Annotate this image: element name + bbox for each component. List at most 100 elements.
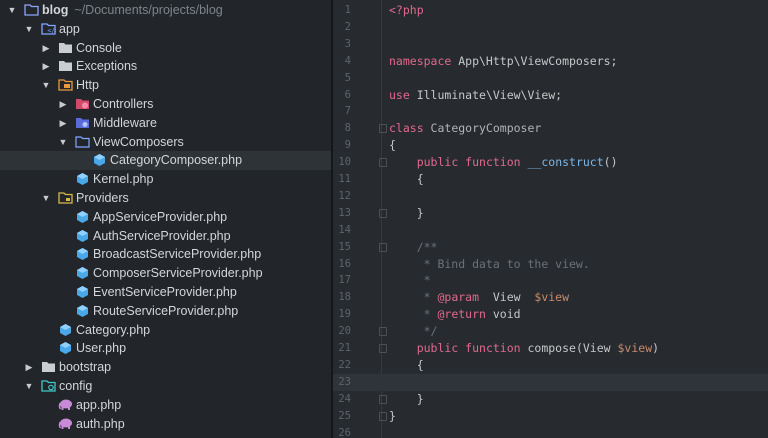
tree-item-authserviceprovider-php[interactable]: AuthServiceProvider.php <box>0 227 331 246</box>
code-token: { <box>389 172 424 186</box>
code-line[interactable]: 6 use Illuminate\View\View; <box>333 87 768 104</box>
code-line[interactable]: 16 * Bind data to the view. <box>333 256 768 273</box>
fold-marker-icon[interactable] <box>379 158 387 168</box>
line-number: 11 <box>338 173 351 185</box>
chevron-down-icon[interactable]: ▼ <box>24 23 34 35</box>
code-line[interactable]: 20 */ <box>333 323 768 340</box>
code-line[interactable]: 3 <box>333 36 768 53</box>
chevron-down-icon[interactable]: ▼ <box>24 380 34 392</box>
tree-item-name: AppServiceProvider.php <box>93 209 228 224</box>
tree-item-label: Kernel.php <box>93 171 153 188</box>
php-class-icon <box>75 266 90 280</box>
tree-item-app[interactable]: ▼ </>app <box>0 20 331 39</box>
tree-item-blog[interactable]: ▼ blog ~/Documents/projects/blog <box>0 1 331 20</box>
code-token: * <box>389 290 438 305</box>
fold-marker-icon[interactable] <box>379 208 387 218</box>
code-line[interactable]: 4 namespace App\Http\ViewComposers; <box>333 53 768 70</box>
line-number: 1 <box>344 4 351 16</box>
code-line[interactable]: 18 * @param View $view <box>333 289 768 306</box>
code-line[interactable]: 7 <box>333 103 768 120</box>
tree-item-name: User.php <box>76 341 127 356</box>
code-line[interactable]: 2 <box>333 19 768 36</box>
tree-item-kernel-php[interactable]: Kernel.php <box>0 170 331 189</box>
chevron-right-icon[interactable]: ▶ <box>58 98 68 110</box>
folder-outline-icon <box>75 135 90 149</box>
code-line[interactable]: 12 <box>333 188 768 205</box>
code-text: <?php <box>389 2 424 19</box>
tree-item-appserviceprovider-php[interactable]: AppServiceProvider.php <box>0 208 331 227</box>
code-line[interactable]: 13 } <box>333 205 768 222</box>
code-text: { <box>389 137 396 154</box>
code-line[interactable]: 19 * @return void <box>333 306 768 323</box>
code-line[interactable]: 23 <box>333 373 768 391</box>
tree-item-name: ViewComposers <box>93 134 184 149</box>
chevron-down-icon[interactable]: ▼ <box>58 136 68 148</box>
code-line[interactable]: 15 /** <box>333 239 768 256</box>
fold-marker-icon[interactable] <box>379 124 387 134</box>
chevron-right-icon[interactable]: ▶ <box>58 117 68 129</box>
tree-item-exceptions[interactable]: ▶ Exceptions <box>0 57 331 76</box>
tree-item-providers[interactable]: ▼ Providers <box>0 189 331 208</box>
line-number: 6 <box>344 88 351 101</box>
tree-item-http[interactable]: ▼ Http <box>0 76 331 95</box>
tree-item-label: Category.php <box>76 322 150 339</box>
repo-folder-icon <box>24 3 39 17</box>
code-line[interactable]: 22 { <box>333 357 768 374</box>
tree-item-user-php[interactable]: User.php <box>0 339 331 358</box>
chevron-down-icon[interactable]: ▼ <box>7 4 17 16</box>
code-text: class CategoryComposer <box>389 120 541 137</box>
tree-item-category-php[interactable]: Category.php <box>0 321 331 340</box>
fold-marker-icon[interactable] <box>379 242 387 252</box>
code-token: App\Http\ViewComposers; <box>451 53 618 68</box>
code-line[interactable]: 14 <box>333 222 768 239</box>
code-editor[interactable]: 1 <?php 2 3 4 namespace App\Http\ViewComposer… <box>333 0 768 438</box>
code-line[interactable]: 8 class CategoryComposer <box>333 120 768 137</box>
code-token: CategoryComposer <box>423 121 542 136</box>
chevron-right-icon[interactable]: ▶ <box>41 42 51 54</box>
tree-item-name: AuthServiceProvider.php <box>93 228 231 243</box>
code-line[interactable]: 5 <box>333 70 768 87</box>
chevron-right-icon[interactable]: ▶ <box>24 361 34 373</box>
code-line[interactable]: 24 } <box>333 391 768 408</box>
tree-item-name: EventServiceProvider.php <box>93 285 237 299</box>
chevron-right-icon[interactable]: ▶ <box>41 60 51 72</box>
tree-item-middleware[interactable]: ▶ Middleware <box>0 114 331 133</box>
tree-item-console[interactable]: ▶ Console <box>0 39 331 58</box>
tree-item-broadcastserviceprovider-php[interactable]: BroadcastServiceProvider.php <box>0 245 331 264</box>
code-text: { <box>389 171 424 188</box>
code-line[interactable]: 10 public function __construct() <box>333 154 768 171</box>
tree-item-app-php[interactable]: app.php <box>0 396 331 415</box>
tree-item-name: config <box>59 379 93 393</box>
code-text: * Bind data to the view. <box>389 256 590 273</box>
code-line[interactable]: 1 <?php <box>333 2 768 19</box>
fold-marker-icon[interactable] <box>379 344 387 353</box>
tree-item-categorycomposer-php[interactable]: CategoryComposer.php <box>0 151 331 171</box>
line-number: 3 <box>344 37 351 50</box>
fold-marker-icon[interactable] <box>379 411 387 421</box>
code-line[interactable]: 17 * <box>333 272 768 289</box>
tree-item-label: Middleware <box>93 115 157 132</box>
code-line[interactable]: 11 { <box>333 171 768 188</box>
fold-marker-icon[interactable] <box>379 327 387 337</box>
chevron-down-icon[interactable]: ▼ <box>41 192 51 204</box>
tree-item-bootstrap[interactable]: ▶ bootstrap <box>0 358 331 377</box>
tree-item-auth-php[interactable]: auth.php <box>0 415 331 434</box>
tree-item-eventserviceprovider-php[interactable]: EventServiceProvider.php <box>0 283 331 302</box>
tree-item-viewcomposers[interactable]: ▼ ViewComposers <box>0 133 331 152</box>
file-tree-sidebar: ▼ blog ~/Documents/projects/blog ▼ </>app ▶ Co… <box>0 0 331 438</box>
tree-item-label: RouteServiceProvider.php <box>93 303 238 320</box>
tree-item-composerserviceprovider-php[interactable]: ComposerServiceProvider.php <box>0 264 331 283</box>
project-path: ~/Documents/projects/blog <box>74 3 223 17</box>
tree-item-routeserviceprovider-php[interactable]: RouteServiceProvider.php <box>0 302 331 321</box>
tree-item-name: Middleware <box>93 115 157 130</box>
code-line[interactable]: 25} <box>333 408 768 425</box>
chevron-down-icon[interactable]: ▼ <box>41 79 51 91</box>
code-line[interactable]: 21 public function compose(View $view) <box>333 340 768 357</box>
tree-item-controllers[interactable]: ▶ Controllers <box>0 95 331 114</box>
code-line[interactable]: 9{ <box>333 137 768 154</box>
fold-marker-icon[interactable] <box>379 394 387 404</box>
code-token: /** <box>389 239 438 254</box>
tree-item-config[interactable]: ▼ config <box>0 377 331 396</box>
code-line[interactable]: 26 <box>333 425 768 438</box>
